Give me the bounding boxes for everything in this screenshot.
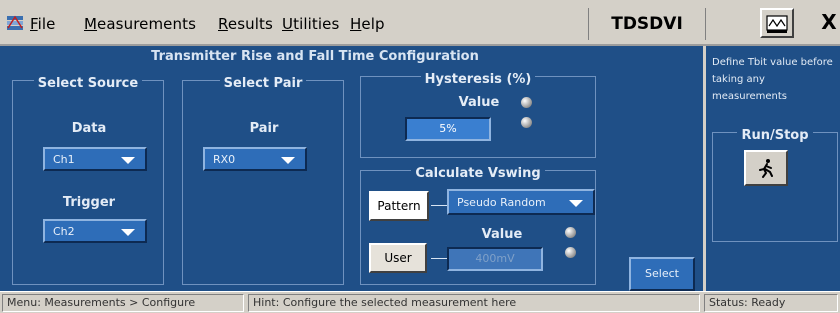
menu-results[interactable]: Results [218, 15, 273, 33]
select-pair-heading: Select Pair [219, 76, 307, 91]
app-title: TDSDVI [611, 14, 683, 34]
vswing-value-field[interactable]: 400mV [447, 247, 543, 271]
hysteresis-group: Hysteresis (%) Value 5% [360, 72, 596, 158]
indicator-led-icon [521, 97, 532, 108]
pattern-button[interactable]: Pattern [369, 191, 429, 221]
hysteresis-heading: Hysteresis (%) [420, 72, 536, 87]
data-label: Data [71, 121, 107, 136]
chevron-down-icon [569, 200, 583, 207]
menu-bar: File Measurements Results Utilities Help… [0, 0, 840, 46]
menu-help[interactable]: Help [350, 15, 385, 33]
status-hint: Hint: Configure the selected measurement… [248, 294, 700, 312]
vswing-group: Calculate Vswing Pattern Pseudo Random V… [360, 166, 596, 285]
indicator-led-icon [521, 117, 532, 128]
run-stop-button[interactable] [744, 150, 788, 186]
menu-file[interactable]: File [30, 15, 56, 33]
user-button[interactable]: User [369, 243, 427, 273]
side-panel: Define Tbit value before taking any meas… [706, 46, 840, 291]
config-panel: Transmitter Rise and Fall Time Configura… [0, 46, 703, 291]
minimize-button[interactable] [760, 8, 794, 38]
panel-title: Transmitter Rise and Fall Time Configura… [151, 49, 479, 64]
hysteresis-value-label: Value [458, 95, 500, 110]
select-source-group: Select Source Data Ch1 Trigger Ch2 [12, 76, 164, 285]
indicator-led-icon [565, 247, 576, 258]
select-pair-group: Select Pair Pair RX0 [182, 76, 344, 285]
menu-utilities[interactable]: Utilities [282, 15, 339, 33]
select-source-heading: Select Source [33, 76, 143, 91]
tbit-note: Define Tbit value before taking any meas… [712, 57, 833, 102]
chevron-down-icon [121, 229, 135, 236]
pattern-dropdown[interactable]: Pseudo Random [447, 189, 595, 215]
hysteresis-value-field[interactable]: 5% [405, 117, 491, 141]
vswing-heading: Calculate Vswing [411, 166, 545, 181]
trigger-source-dropdown[interactable]: Ch2 [43, 219, 147, 243]
app-logo-icon [7, 15, 23, 30]
data-source-dropdown[interactable]: Ch1 [43, 147, 147, 171]
status-ready: Status: Ready [704, 294, 838, 312]
chevron-down-icon [121, 157, 135, 164]
status-bar: Menu: Measurements > Configure Hint: Con… [0, 291, 840, 313]
indicator-led-icon [565, 227, 576, 238]
running-man-icon [759, 159, 773, 178]
close-button[interactable]: X [818, 8, 840, 38]
vswing-value-label: Value [481, 227, 523, 242]
chevron-down-icon [281, 157, 295, 164]
select-button[interactable]: Select [629, 257, 695, 291]
menu-measurements[interactable]: Measurements [84, 15, 196, 33]
status-menu-path: Menu: Measurements > Configure [2, 294, 244, 312]
pair-label: Pair [249, 121, 279, 136]
pair-dropdown[interactable]: RX0 [203, 147, 307, 171]
app-title-box: TDSDVI [588, 8, 706, 40]
trigger-label: Trigger [62, 195, 116, 210]
scope-icon [766, 15, 788, 33]
run-stop-label: Run/Stop [737, 128, 813, 143]
